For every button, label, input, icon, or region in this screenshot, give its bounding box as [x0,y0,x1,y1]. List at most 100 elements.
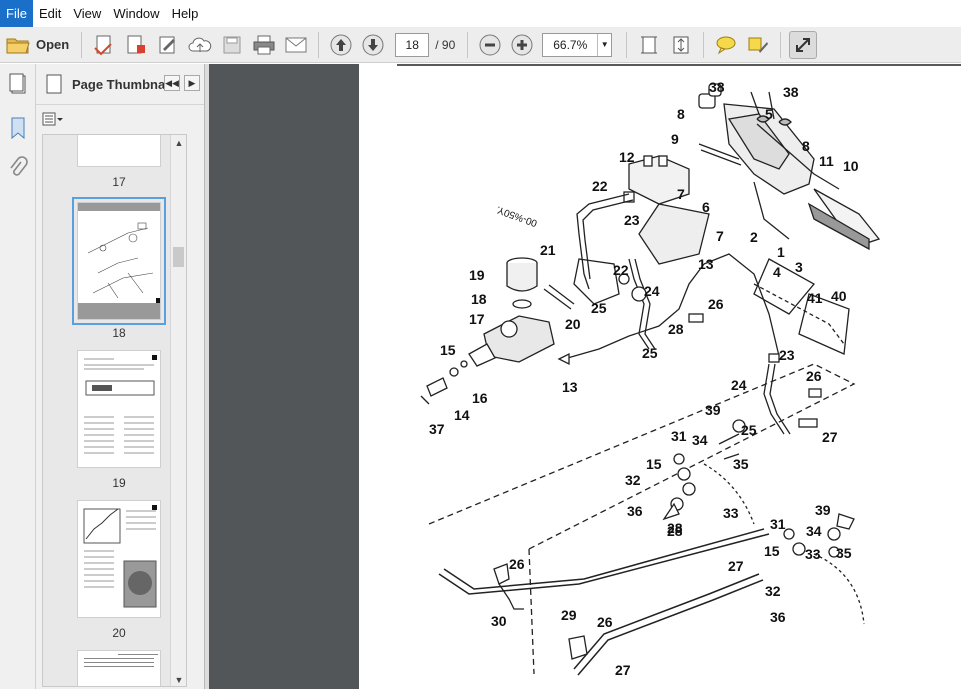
zoom-value: 66.7% [553,37,588,52]
callout-number: 23 [624,212,640,228]
callout-number: 4 [773,264,781,280]
callout-number: 5 [765,106,773,122]
callout-number: 36 [770,609,786,625]
page-thumbnails-toggle[interactable] [0,64,36,104]
callout-number: 1 [777,244,785,260]
save-button[interactable] [218,31,246,59]
callout-number: 23 [779,347,795,363]
menu-edit[interactable]: Edit [33,0,67,27]
callout-number: 22 [592,178,608,194]
callout-number: 24 [731,377,747,393]
callout-number: 22 [613,262,629,278]
thumbnail-scrollbar[interactable]: ▲ ▼ [170,135,186,686]
create-pdf-icon [94,35,112,55]
next-page-button[interactable] [359,31,387,59]
scrollbar-thumb[interactable] [173,247,184,267]
callout-number: 33 [805,546,821,562]
menu-bar: File Edit View Window Help [0,0,961,27]
arrow-down-circle-icon [362,34,384,55]
collapse-panel-button[interactable]: ◀◀ [164,75,180,91]
scroll-down-arrow-icon[interactable]: ▼ [171,672,186,686]
callout-number: 30 [491,613,507,629]
plus-circle-icon [511,34,533,55]
expand-panel-button[interactable]: ▶ [184,75,200,91]
document-page: 00-%50Y. 38 38 8 5 9 8 12 11 10 22 7 6 2… [359,64,961,689]
callout-number: 13 [562,379,578,395]
callout-number: 27 [822,429,838,445]
toolbar-separator [780,31,782,58]
callout-number: 37 [429,421,445,437]
paperclip-icon [10,156,28,176]
page-number-input[interactable]: 18 [395,32,430,57]
zoom-out-button[interactable] [476,31,504,59]
toolbar-separator [626,31,628,58]
callout-number: 39 [815,502,831,518]
callout-number: 33 [723,505,739,521]
toolbar: Open 18 / 90 66.7% ▼ [0,27,961,63]
scroll-up-arrow-icon[interactable]: ▲ [171,135,186,151]
diagram-stamp: 00-%50Y. [495,203,539,228]
thumbnail-page-18[interactable] [72,197,166,325]
thumbnail-page-20[interactable] [77,500,161,618]
zoom-select[interactable]: 66.7% ▼ [542,32,613,57]
thumbnail-page-19[interactable] [77,350,161,468]
menu-window[interactable]: Window [107,0,165,27]
open-button[interactable]: Open [0,31,75,59]
menu-help[interactable]: Help [166,0,205,27]
bookmark-icon [11,117,25,140]
folder-icon [6,38,30,53]
page-thumbnails-icon [46,74,62,94]
callout-number: 41 [807,290,823,306]
thumbnail-page-21[interactable] [77,650,161,686]
highlight-button[interactable] [744,31,772,59]
callout-number: 9 [671,131,679,147]
bookmarks-toggle[interactable] [0,108,36,148]
previous-page-button[interactable] [327,31,355,59]
callout-number: 31 [671,428,687,444]
fit-page-button[interactable] [667,31,695,59]
zoom-in-button[interactable] [508,31,536,59]
callout-number: 26 [806,368,822,384]
sign-button[interactable] [154,31,182,59]
attachments-toggle[interactable] [0,148,36,188]
printer-icon [253,35,275,54]
thumbnail-label: 18 [112,326,126,340]
callout-number: 31 [770,516,786,532]
menu-file[interactable]: File [0,0,33,27]
callout-number: 6 [702,199,710,215]
create-pdf-button[interactable] [90,31,118,59]
callout-number: 19 [469,267,485,283]
menu-view[interactable]: View [67,0,107,27]
email-button[interactable] [282,31,310,59]
edit-pdf-button[interactable] [122,31,150,59]
options-menu-button[interactable] [42,112,64,126]
thumbnail-page-17[interactable] [77,135,161,167]
callout-number: 2 [750,229,758,245]
callout-number: 35 [836,545,852,561]
chevron-down-icon[interactable]: ▼ [597,33,611,56]
callout-number: 35 [733,456,749,472]
callout-number: 15 [440,342,456,358]
upload-button[interactable] [186,31,214,59]
toolbar-separator [703,31,705,58]
full-screen-button[interactable] [789,30,818,59]
open-label: Open [36,37,70,52]
callout-number: 38 [709,79,725,95]
callout-number: 26 [509,556,525,572]
toolbar-separator [318,31,320,58]
callout-number: 7 [677,186,685,202]
callout-number: 3 [795,259,803,275]
callout-number: 10 [843,158,859,174]
print-button[interactable] [250,31,278,59]
callout-number: 27 [728,558,744,574]
callout-number: 24 [644,283,660,299]
comment-button[interactable] [712,31,740,59]
fit-page-icon [673,36,689,53]
callout-number: 15 [764,543,780,559]
thumbnail-diagram-preview [78,203,160,319]
thumbnail-label: 20 [112,626,126,640]
callout-number: 16 [472,390,488,406]
callout-number: 18 [471,291,487,307]
callout-number: 32 [625,472,641,488]
scrolling-mode-button[interactable] [635,31,663,59]
